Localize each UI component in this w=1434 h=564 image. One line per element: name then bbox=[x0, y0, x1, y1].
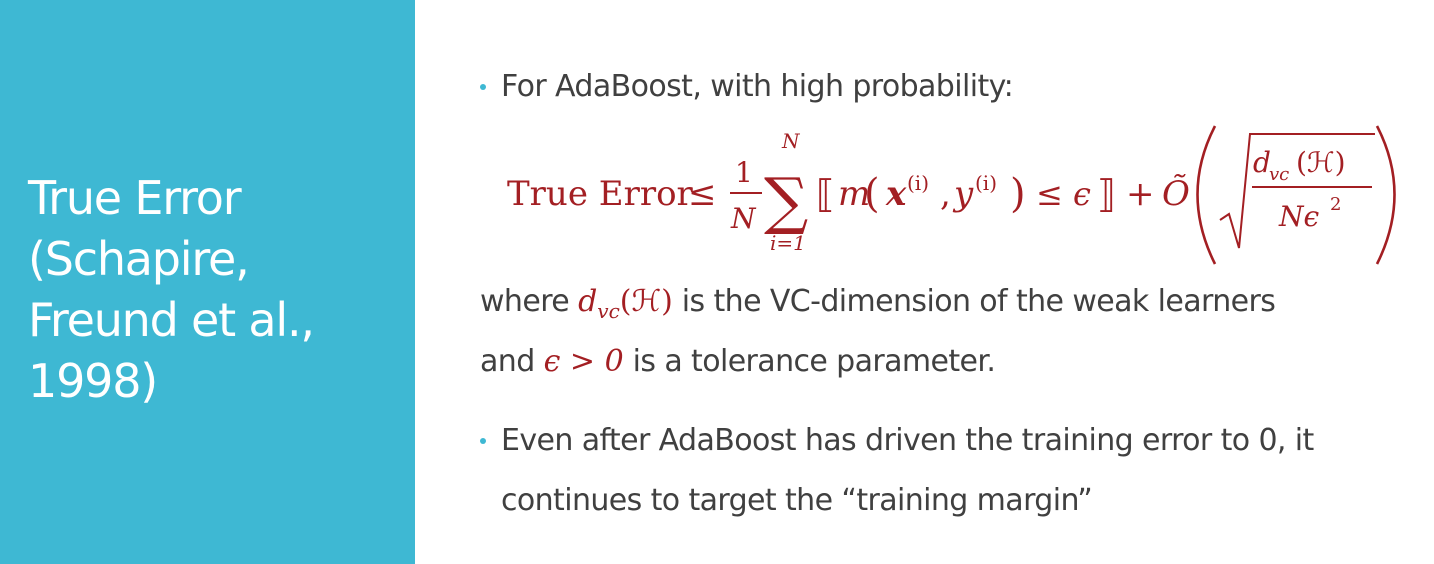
explanation-where: where bbox=[480, 284, 579, 319]
formula-y: y bbox=[952, 174, 974, 214]
formula-bracket-close: ⟧ bbox=[1097, 172, 1116, 216]
svg-text:): ) bbox=[1010, 171, 1026, 217]
formula-o-tilde: Õ bbox=[1162, 173, 1190, 214]
dvc-symbol: dvc(ℋ) bbox=[578, 284, 673, 323]
adaboost-bound-formula: True Error ≤ 1 N N ∑ i=1 ⟦ m ( x (i) , y… bbox=[507, 125, 1396, 265]
explanation-vc-text: is the VC-dimension of the weak learners bbox=[672, 284, 1276, 319]
formula-left-paren bbox=[1196, 125, 1217, 265]
formula-frac-denominator: N bbox=[730, 202, 757, 235]
formula-plus: + bbox=[1126, 174, 1155, 214]
formula-sum-lower: i=1 bbox=[770, 231, 806, 255]
formula-sum-sign: ∑ bbox=[764, 164, 808, 237]
formula-lhs: True Error bbox=[507, 174, 694, 214]
explanation-line-2: and ϵ > 0 is a tolerance parameter. bbox=[480, 344, 996, 379]
formula-root-denominator: Nϵ bbox=[1278, 200, 1320, 233]
formula-frac-numerator: 1 bbox=[735, 156, 753, 189]
formula-right-paren bbox=[1375, 125, 1396, 265]
svg-text:,: , bbox=[940, 174, 951, 214]
explanation-and: and bbox=[480, 344, 544, 379]
formula-root-denominator-sup: 2 bbox=[1330, 194, 1341, 215]
bullet-text-continued: continues to target the “training margin… bbox=[501, 483, 1093, 518]
bullet-text: Even after AdaBoost has driven the train… bbox=[501, 423, 1314, 458]
formula-bracket-open: ⟦ bbox=[816, 172, 835, 216]
svg-text:(: ( bbox=[864, 171, 880, 217]
formula-sum-upper: N bbox=[781, 129, 801, 153]
explanation-tolerance-text: is a tolerance parameter. bbox=[623, 344, 996, 379]
explanation-line-1: where dvc(ℋ) is the VC-dimension of the … bbox=[480, 284, 1276, 323]
formula-comparison: ≤ ϵ bbox=[1036, 175, 1091, 213]
formula-leq: ≤ bbox=[688, 174, 717, 214]
formula-root-numerator-arg: (ℋ) bbox=[1296, 146, 1346, 179]
formula-x: x bbox=[885, 174, 907, 214]
formula-y-sup: (i) bbox=[975, 171, 997, 195]
formula-x-sup: (i) bbox=[907, 171, 929, 195]
formula-root-numerator-sub: vc bbox=[1269, 164, 1289, 185]
bullet-marker bbox=[480, 438, 486, 444]
epsilon-condition: ϵ > 0 bbox=[543, 344, 624, 379]
